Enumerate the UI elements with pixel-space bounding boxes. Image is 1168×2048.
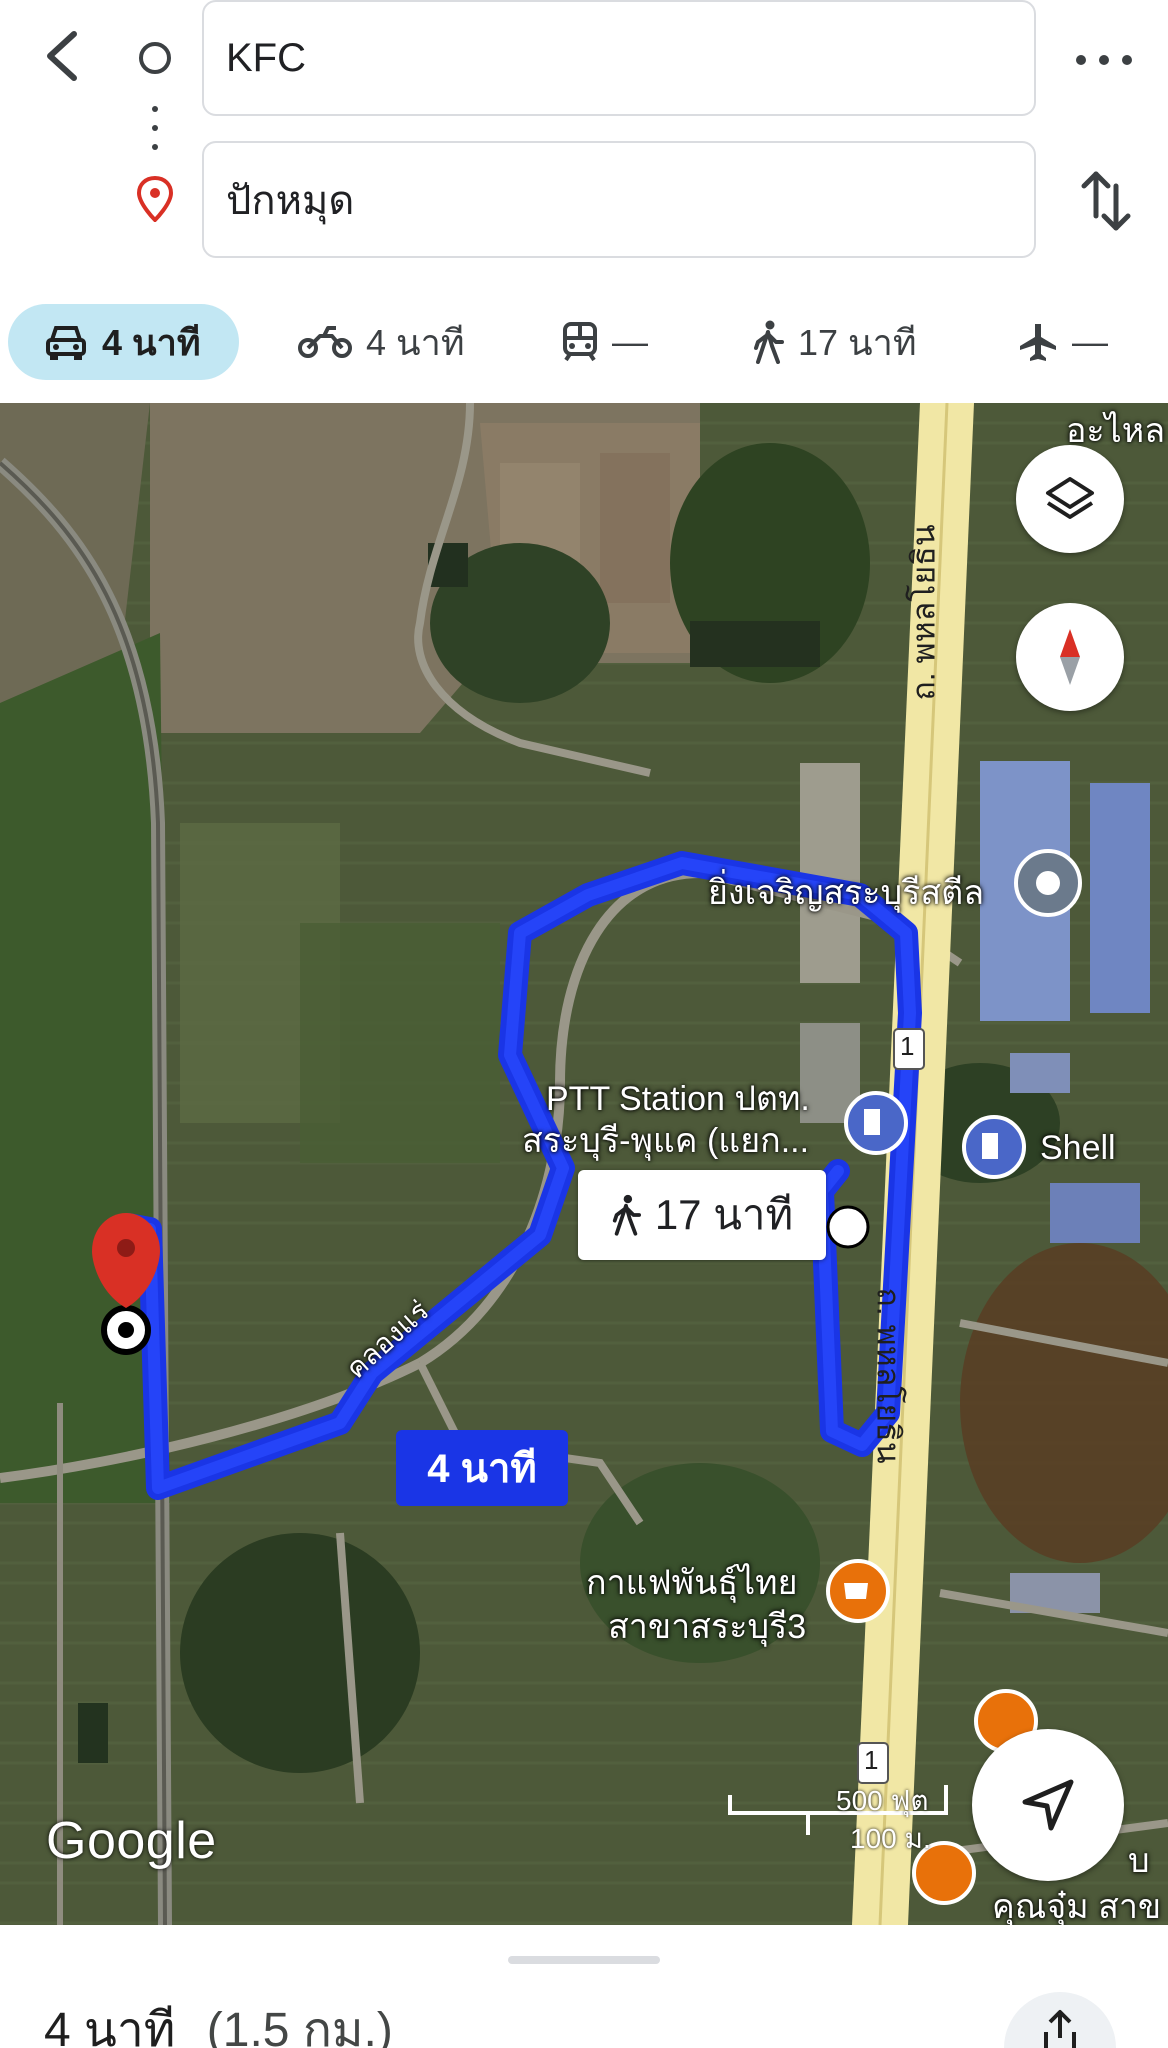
- motorcycle-icon: [298, 326, 352, 358]
- map-label-steel[interactable]: ยิ่งเจริญสระบุรีสตีล: [708, 865, 984, 919]
- route-summary-sheet[interactable]: 4 นาที (1.5 กม.): [0, 1926, 1168, 2048]
- map-label-ptt-line2[interactable]: สระบุรี-พุแค (แยก...: [522, 1113, 809, 1167]
- scale-meters-label: 100 ม.: [850, 1823, 931, 1854]
- sheet-drag-handle[interactable]: [508, 1956, 660, 1964]
- tab-transit[interactable]: —: [562, 304, 648, 380]
- directions-screen: KFC ปักหมุด 4 นาที 4 นาที — 17 นาที — อะ…: [0, 0, 1168, 2048]
- route-shield-1: 1: [900, 1031, 915, 1061]
- destination-input[interactable]: ปักหมุด: [202, 141, 1036, 258]
- route-connector-dots: [151, 106, 159, 150]
- swap-directions-button[interactable]: [1076, 166, 1136, 236]
- map-label-bottom-right-2: คุณจุ๋ม สาข: [992, 1888, 1162, 1925]
- map-view[interactable]: อะไหล ยิ่งเจริญสระบุรีสตีล PTT Station ป…: [0, 403, 1168, 1925]
- airplane-icon: [1020, 324, 1056, 361]
- origin-input[interactable]: KFC: [202, 0, 1036, 116]
- drive-duration-callout[interactable]: 4 นาที: [396, 1430, 568, 1506]
- origin-circle-icon: [139, 42, 171, 74]
- highway-label-upper: ถ. พหลโยธิน: [905, 524, 942, 701]
- tab-transit-label: —: [612, 321, 648, 362]
- share-button[interactable]: [1004, 1992, 1116, 2048]
- route-duration: 4 นาที: [44, 2004, 176, 2048]
- navigate-button[interactable]: [972, 1729, 1124, 1881]
- tab-motorcycle-label: 4 นาที: [366, 321, 465, 363]
- destination-pin-icon: [136, 176, 174, 222]
- train-icon: [563, 322, 597, 362]
- drive-callout-label: 4 นาที: [427, 1447, 537, 1491]
- walking-icon: [612, 1194, 641, 1236]
- route-shield-2: 1: [864, 1745, 879, 1775]
- walk-duration-callout[interactable]: 17 นาที: [578, 1170, 826, 1260]
- layers-button[interactable]: [1016, 445, 1124, 553]
- walk-callout-label: 17 นาที: [654, 1191, 794, 1238]
- compass-icon: [1060, 629, 1080, 685]
- more-options-button[interactable]: [1076, 40, 1132, 80]
- walking-icon: [754, 320, 784, 364]
- back-arrow-icon: [47, 31, 77, 81]
- route-distance: (1.5 กม.): [206, 2004, 393, 2048]
- tab-drive[interactable]: 4 นาที: [8, 304, 239, 380]
- tab-walk-label: 17 นาที: [798, 321, 917, 363]
- google-logo: Google: [46, 1812, 217, 1870]
- tab-walk[interactable]: 17 นาที: [752, 304, 917, 380]
- map-label-shell[interactable]: Shell: [1040, 1129, 1116, 1168]
- travel-mode-tabs: 4 นาที 4 นาที — 17 นาที —: [0, 300, 1168, 390]
- tab-motorcycle[interactable]: 4 นาที: [298, 304, 465, 380]
- layers-icon: [1046, 477, 1094, 519]
- navigation-arrow-icon: [1022, 1779, 1074, 1831]
- highway-label-lower: ถ. พหลโยธิน: [870, 1287, 907, 1464]
- route-summary: 4 นาที (1.5 กม.): [44, 1992, 393, 2048]
- map-label-cafe-line2[interactable]: สาขาสระบุรี3: [608, 1599, 806, 1653]
- tab-flight[interactable]: —: [1018, 304, 1108, 380]
- directions-header: KFC ปักหมุด 4 นาที 4 นาที — 17 นาที —: [0, 0, 1168, 400]
- car-icon: [46, 326, 86, 360]
- tab-flight-label: —: [1072, 321, 1108, 362]
- compass-button[interactable]: [1016, 603, 1124, 711]
- back-button[interactable]: [34, 24, 90, 88]
- tab-drive-label: 4 นาที: [102, 321, 201, 363]
- share-icon: [1044, 2010, 1076, 2048]
